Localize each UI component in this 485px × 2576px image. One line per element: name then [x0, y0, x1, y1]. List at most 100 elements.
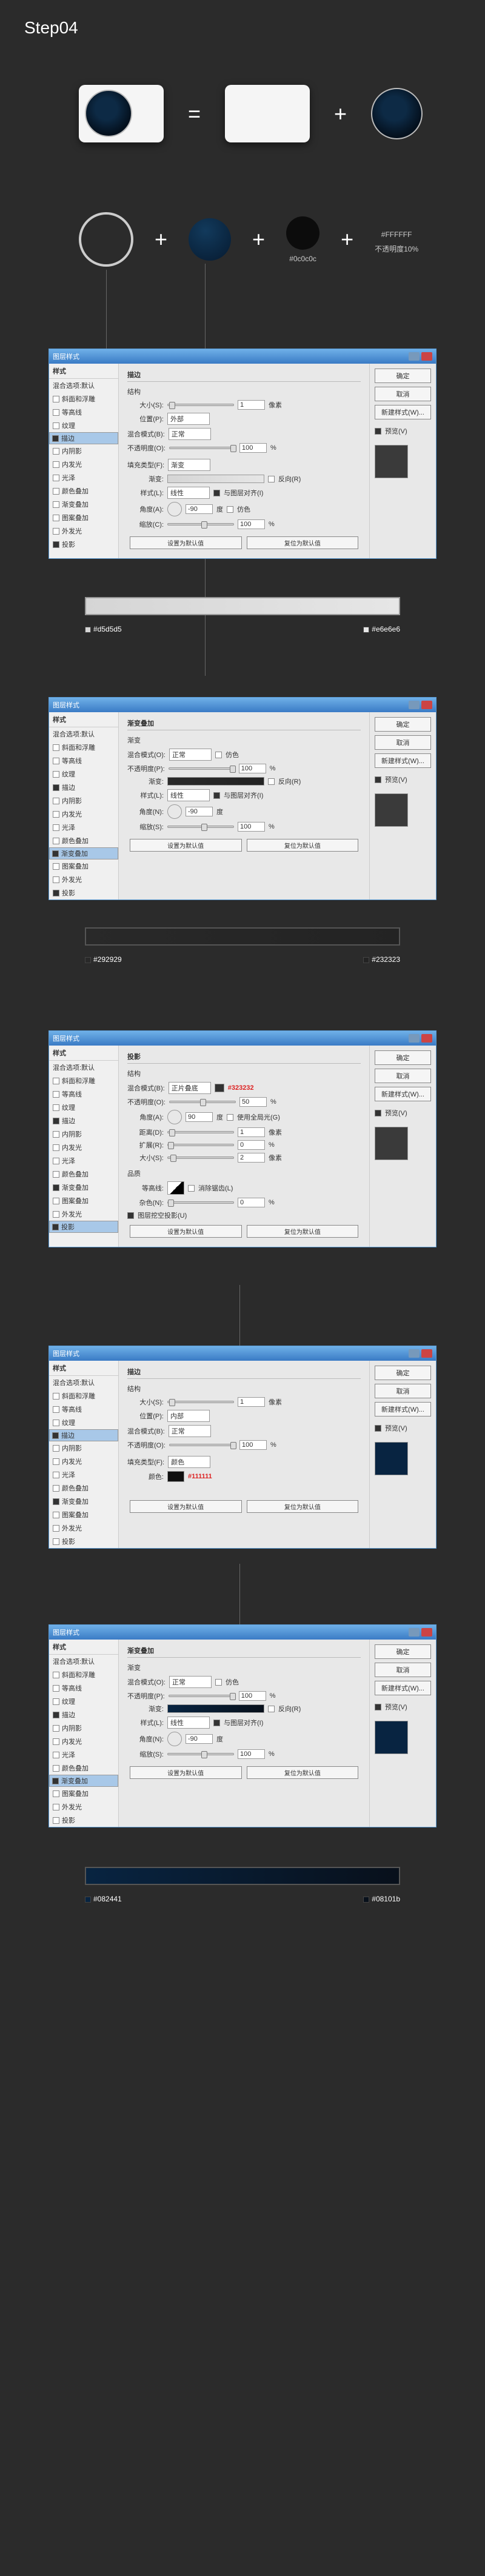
checkbox[interactable] — [53, 422, 59, 429]
scale-input[interactable]: 100 — [238, 1749, 265, 1759]
newstyle-button[interactable]: 新建样式(W)... — [375, 753, 431, 768]
side-item[interactable]: 图案叠加 — [49, 859, 118, 873]
checkbox[interactable] — [53, 1725, 59, 1732]
defaults-button[interactable]: 设置为默认值 — [130, 536, 242, 549]
spread-slider[interactable] — [167, 1144, 234, 1146]
defaults-button[interactable]: 设置为默认值 — [130, 1225, 242, 1238]
checkbox-checked[interactable] — [375, 1704, 381, 1710]
side-item[interactable]: 等高线 — [49, 1681, 118, 1695]
side-item[interactable]: 光泽 — [49, 1748, 118, 1761]
side-item[interactable]: 颜色叠加 — [49, 484, 118, 498]
side-item[interactable]: 等高线 — [49, 1403, 118, 1416]
side-item[interactable]: 投影 — [49, 538, 118, 551]
angle-input[interactable]: -90 — [186, 504, 213, 514]
side-item[interactable]: 外发光 — [49, 524, 118, 538]
close-icon[interactable] — [421, 1349, 432, 1358]
distance-slider[interactable] — [167, 1131, 234, 1133]
reset-button[interactable]: 复位为默认值 — [247, 1225, 359, 1238]
side-item[interactable]: 内阴影 — [49, 444, 118, 458]
checkbox[interactable] — [268, 778, 275, 785]
side-item[interactable]: 等高线 — [49, 1087, 118, 1101]
newstyle-button[interactable]: 新建样式(W)... — [375, 1402, 431, 1416]
blend-select[interactable]: 正片叠底 — [169, 1082, 211, 1094]
side-item[interactable]: 光泽 — [49, 1154, 118, 1167]
side-item-selected[interactable]: 渐变叠加 — [49, 847, 118, 859]
ok-button[interactable]: 确定 — [375, 369, 431, 383]
filltype-select[interactable]: 颜色 — [168, 1456, 210, 1468]
checkbox-checked[interactable] — [52, 850, 59, 857]
checkbox[interactable] — [53, 515, 59, 521]
opacity-slider[interactable] — [169, 1695, 235, 1697]
angle-input[interactable]: 90 — [186, 1112, 213, 1122]
checkbox-checked[interactable] — [53, 1712, 59, 1718]
side-item[interactable]: 颜色叠加 — [49, 1481, 118, 1495]
checkbox[interactable] — [53, 1158, 59, 1164]
checkbox[interactable] — [53, 1091, 59, 1098]
close-icon[interactable] — [421, 352, 432, 361]
checkbox[interactable] — [53, 396, 59, 402]
checkbox[interactable] — [53, 798, 59, 804]
blend-select[interactable]: 正常 — [169, 749, 212, 761]
side-item[interactable]: 纹理 — [49, 767, 118, 781]
side-item-selected[interactable]: 描边 — [49, 1429, 118, 1441]
close-icon[interactable] — [421, 701, 432, 709]
checkbox[interactable] — [53, 1672, 59, 1678]
checkbox[interactable] — [53, 409, 59, 416]
minimize-icon[interactable] — [409, 1034, 420, 1043]
side-item[interactable]: 斜面和浮雕 — [49, 1074, 118, 1087]
side-item[interactable]: 内阴影 — [49, 1441, 118, 1455]
angle-input[interactable]: -90 — [186, 1734, 213, 1744]
side-item[interactable]: 等高线 — [49, 754, 118, 767]
newstyle-button[interactable]: 新建样式(W)... — [375, 405, 431, 419]
side-item[interactable]: 纹理 — [49, 1101, 118, 1114]
checkbox-checked[interactable] — [52, 435, 59, 442]
checkbox[interactable] — [53, 1685, 59, 1692]
checkbox[interactable] — [53, 1445, 59, 1452]
style-select[interactable]: 线性 — [167, 487, 210, 499]
side-item[interactable]: 等高线 — [49, 405, 118, 419]
contour-picker[interactable] — [167, 1181, 184, 1195]
checkbox-checked[interactable] — [53, 1498, 59, 1505]
cancel-button[interactable]: 取消 — [375, 387, 431, 401]
side-item[interactable]: 投影 — [49, 886, 118, 899]
reset-button[interactable]: 复位为默认值 — [247, 1766, 359, 1779]
checkbox[interactable] — [53, 1804, 59, 1810]
side-item[interactable]: 内发光 — [49, 1141, 118, 1154]
side-item[interactable]: 斜面和浮雕 — [49, 1389, 118, 1403]
side-item[interactable]: 内阴影 — [49, 1127, 118, 1141]
newstyle-button[interactable]: 新建样式(W)... — [375, 1087, 431, 1101]
checkbox[interactable] — [227, 506, 233, 513]
side-item[interactable]: 混合选项:默认 — [49, 379, 118, 392]
side-item[interactable]: 纹理 — [49, 419, 118, 432]
gradient-picker[interactable] — [167, 1704, 264, 1713]
side-item[interactable]: 内阴影 — [49, 794, 118, 807]
checkbox-checked[interactable] — [53, 784, 59, 791]
scale-slider[interactable] — [167, 1753, 234, 1755]
checkbox[interactable] — [53, 758, 59, 764]
checkbox[interactable] — [53, 461, 59, 468]
checkbox[interactable] — [53, 1512, 59, 1518]
side-item[interactable]: 内发光 — [49, 807, 118, 821]
checkbox[interactable] — [53, 1752, 59, 1758]
side-item[interactable]: 描边 — [49, 1708, 118, 1721]
side-item[interactable]: 纹理 — [49, 1695, 118, 1708]
cancel-button[interactable]: 取消 — [375, 735, 431, 750]
checkbox-checked[interactable] — [213, 490, 220, 496]
close-icon[interactable] — [421, 1628, 432, 1637]
ok-button[interactable]: 确定 — [375, 1050, 431, 1065]
scale-input[interactable]: 100 — [238, 519, 265, 529]
defaults-button[interactable]: 设置为默认值 — [130, 1766, 242, 1779]
checkbox[interactable] — [53, 448, 59, 455]
side-item[interactable]: 颜色叠加 — [49, 1167, 118, 1181]
defaults-button[interactable]: 设置为默认值 — [130, 1500, 242, 1513]
checkbox[interactable] — [215, 1679, 222, 1686]
side-item[interactable]: 投影 — [49, 1535, 118, 1548]
checkbox-checked[interactable] — [375, 1110, 381, 1116]
checkbox[interactable] — [53, 1485, 59, 1492]
side-item[interactable]: 混合选项:默认 — [49, 727, 118, 741]
checkbox-checked[interactable] — [375, 1425, 381, 1432]
checkbox[interactable] — [53, 1171, 59, 1178]
reset-button[interactable]: 复位为默认值 — [247, 1500, 359, 1513]
size-slider[interactable] — [167, 1401, 234, 1403]
filltype-select[interactable]: 渐变 — [168, 459, 210, 471]
